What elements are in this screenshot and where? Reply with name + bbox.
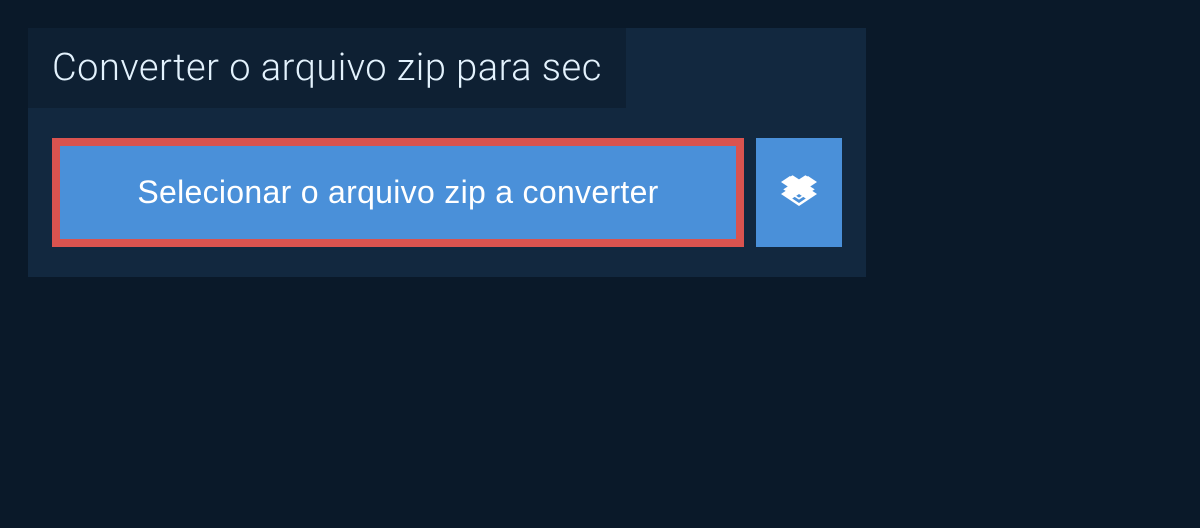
upload-section: Selecionar o arquivo zip a converter — [28, 108, 866, 277]
dropbox-button[interactable] — [756, 138, 842, 247]
page-title: Converter o arquivo zip para sec — [52, 46, 602, 90]
select-file-label: Selecionar o arquivo zip a converter — [137, 174, 658, 211]
title-bar: Converter o arquivo zip para sec — [28, 28, 626, 108]
select-file-button[interactable]: Selecionar o arquivo zip a converter — [52, 138, 744, 247]
dropbox-icon — [781, 173, 817, 212]
converter-panel: Converter o arquivo zip para sec Selecio… — [28, 28, 866, 277]
